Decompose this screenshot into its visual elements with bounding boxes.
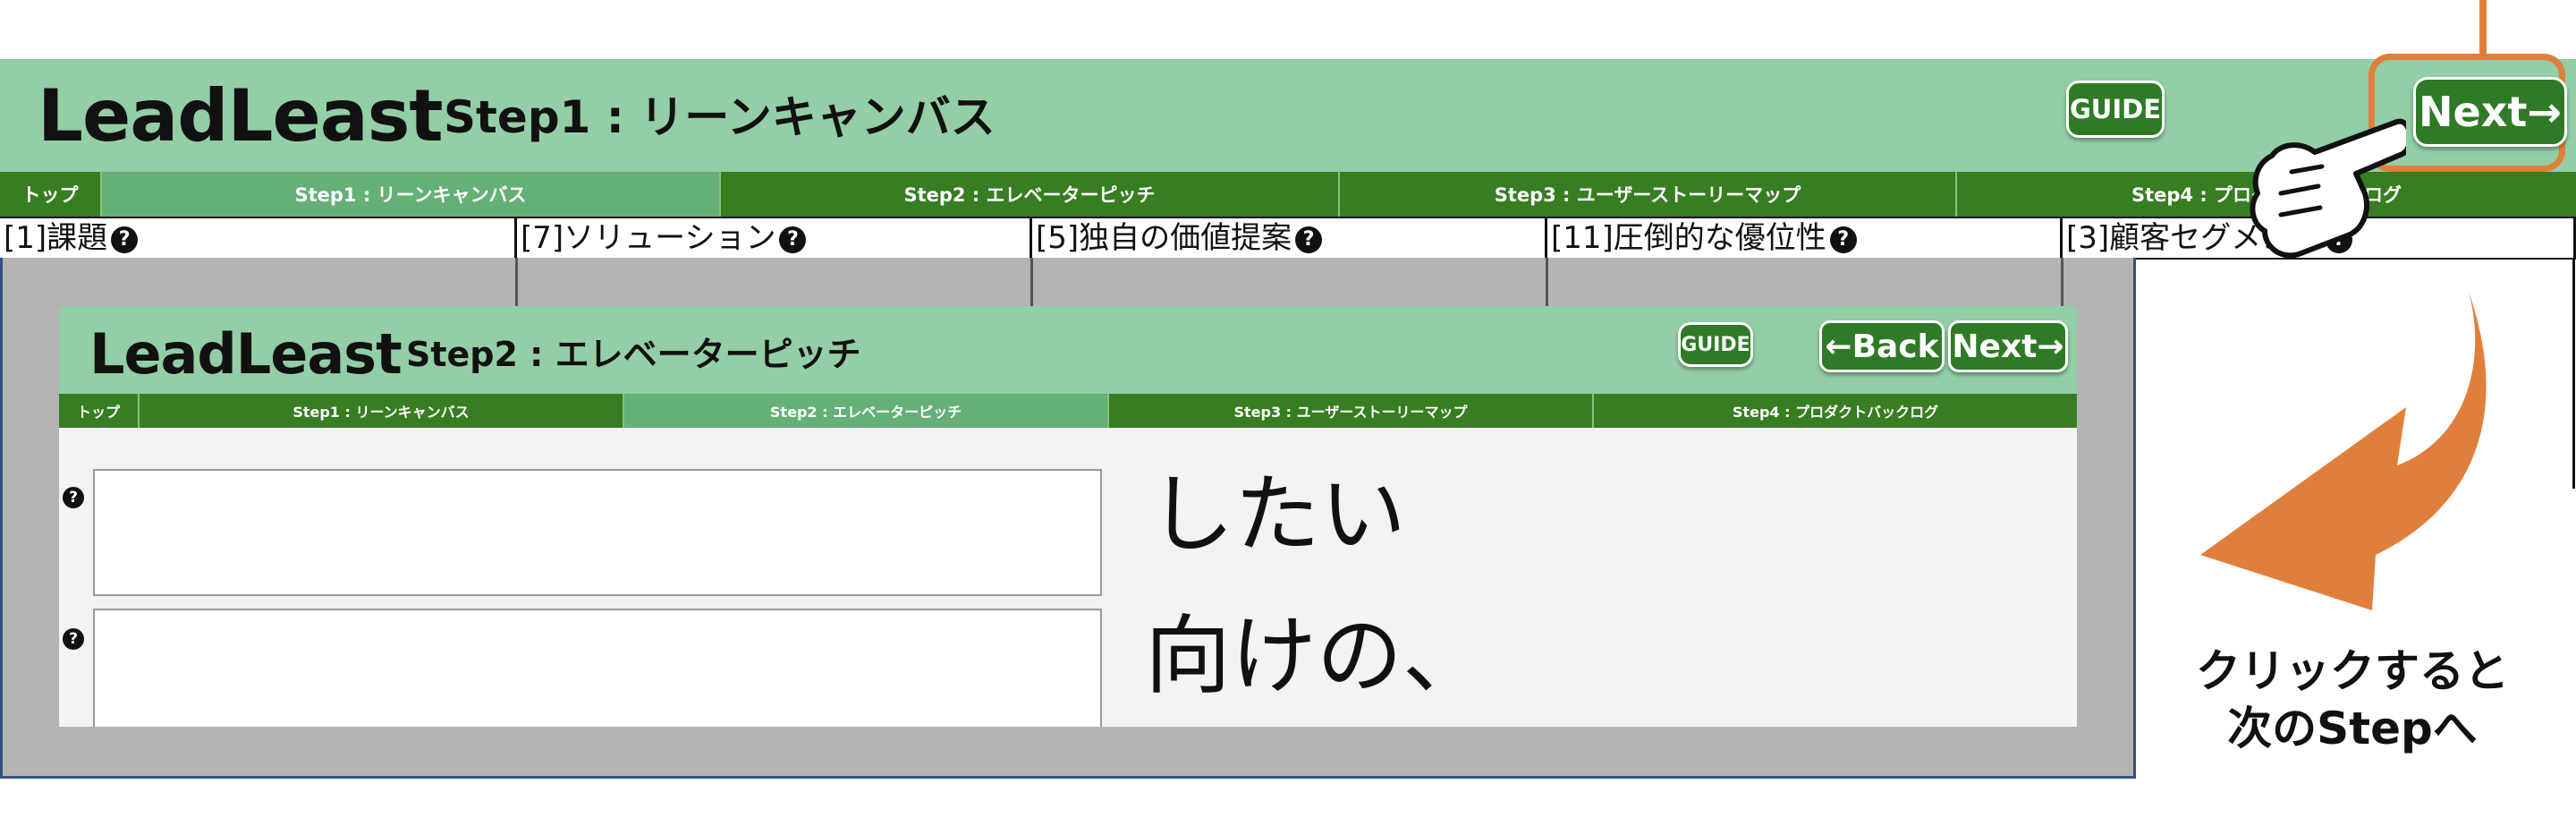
canvas-cell-solution: [7]ソリューション? xyxy=(517,218,1032,258)
tab-step2[interactable]: Step2 : エレベーターピッチ xyxy=(624,394,1109,428)
help-circle-icon[interactable]: ? xyxy=(63,628,84,650)
canvas-cell-label: [11]圧倒的な優位性 xyxy=(1551,220,1826,256)
pitch-input-1[interactable] xyxy=(93,469,1102,596)
annotation-line-1: クリックすると xyxy=(2196,645,2509,697)
tab-step3[interactable]: Step3 : ユーザーストーリーマップ xyxy=(1109,394,1594,428)
tab-step3[interactable]: Step3 : ユーザーストーリーマップ xyxy=(1340,172,1957,217)
pitch-input-2[interactable] xyxy=(93,609,1102,727)
tab-top[interactable]: トップ xyxy=(0,172,102,217)
divider xyxy=(1546,258,1548,308)
annotation-line-2: 次のStepへ xyxy=(2227,703,2478,754)
tab-step4[interactable]: Step4 : プロダクトバックログ xyxy=(1594,394,2077,428)
divider xyxy=(2061,258,2063,308)
help-circle-icon[interactable]: ? xyxy=(111,226,139,253)
guide-button[interactable]: GUIDE xyxy=(2066,81,2165,138)
canvas-cell-problem: [1]課題? xyxy=(0,218,517,258)
tab-step1[interactable]: Step1 : リーンキャンバス xyxy=(140,394,624,428)
canvas-cell-advantage: [11]圧倒的な優位性? xyxy=(1547,218,2063,258)
tab-step1[interactable]: Step1 : リーンキャンバス xyxy=(102,172,721,217)
canvas-cell-label: [5]独自の価値提案 xyxy=(1036,220,1292,256)
lean-canvas-header-row: [1]課題? [7]ソリューション? [5]独自の価値提案? [11]圧倒的な優… xyxy=(0,217,2576,260)
divider xyxy=(2572,260,2575,489)
help-circle-icon[interactable]: ? xyxy=(779,226,807,253)
pitch-suffix-2: 向けの、 xyxy=(1145,606,1488,706)
page-title: Step1 : リーンキャンバス xyxy=(444,91,996,143)
canvas-cell-label: [1]課題 xyxy=(4,220,108,256)
pointing-hand-icon xyxy=(2250,118,2406,259)
app-logo: LeadLeast xyxy=(38,74,444,158)
help-circle-icon[interactable]: ? xyxy=(63,487,84,508)
curved-arrow-icon xyxy=(2200,292,2487,610)
next-button[interactable]: Next→ xyxy=(2413,77,2567,147)
canvas-cell-uvp: [5]独自の価値提案? xyxy=(1032,218,1547,258)
canvas-cell-label: [7]ソリューション xyxy=(521,220,776,256)
divider xyxy=(1030,258,1033,308)
step-nav: トップ Step1 : リーンキャンバス Step2 : エレベーターピッチ S… xyxy=(59,394,2077,428)
pitch-suffix-1: したい xyxy=(1148,464,1406,565)
help-circle-icon[interactable]: ? xyxy=(1295,226,1323,253)
annotation-text: クリックすると 次のStepへ xyxy=(2182,643,2522,757)
back-button[interactable]: ←Back xyxy=(1819,320,1945,372)
guide-button[interactable]: GUIDE xyxy=(1678,322,1753,367)
tab-step2[interactable]: Step2 : エレベーターピッチ xyxy=(721,172,1340,217)
next-button[interactable]: Next→ xyxy=(1948,320,2068,372)
callout-line xyxy=(2479,0,2487,55)
step2-preview: LeadLeast Step2 : エレベーターピッチ GUIDE ←Back … xyxy=(59,306,2077,727)
divider xyxy=(515,258,518,308)
step-nav: トップ Step1 : リーンキャンバス Step2 : エレベーターピッチ S… xyxy=(0,172,2576,217)
help-circle-icon[interactable]: ? xyxy=(1829,226,1857,253)
app-logo: LeadLeast xyxy=(89,321,402,387)
tab-top[interactable]: トップ xyxy=(59,394,140,428)
page-title: Step2 : エレベーターピッチ xyxy=(406,335,861,374)
